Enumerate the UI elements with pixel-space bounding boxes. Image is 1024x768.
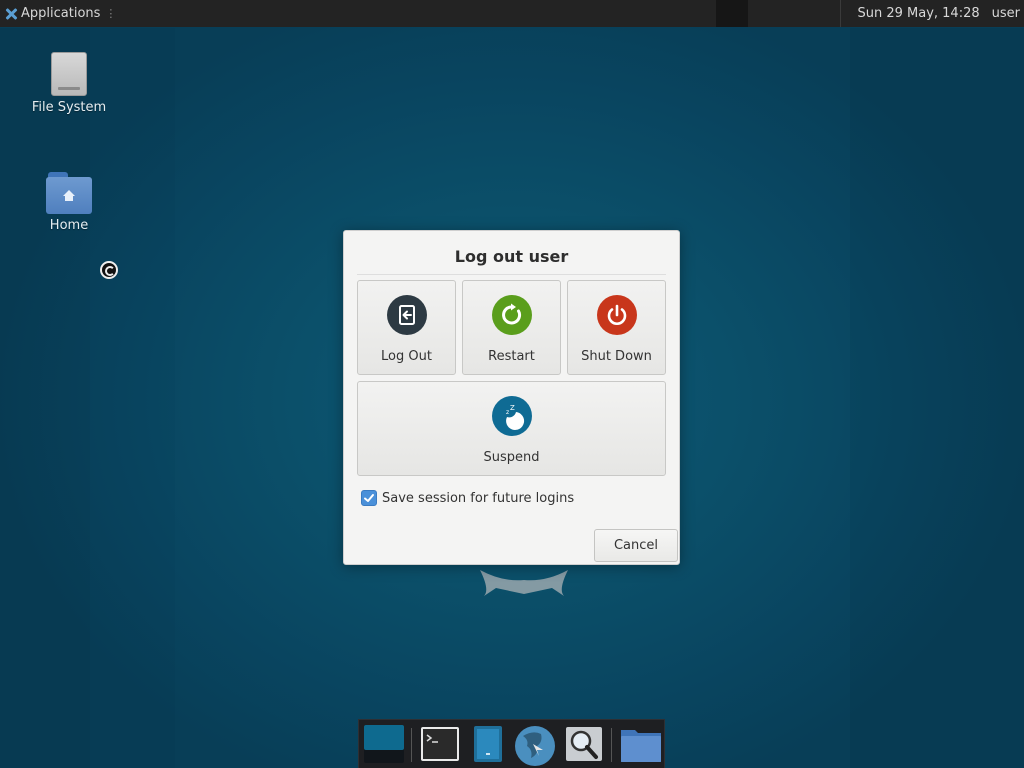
restart-icon — [491, 295, 532, 335]
globe-icon — [515, 726, 555, 766]
dock-search[interactable] — [563, 724, 605, 768]
dock-file-manager[interactable] — [619, 724, 663, 768]
applications-label: Applications — [21, 6, 101, 21]
dock-terminal[interactable] — [419, 724, 461, 768]
save-session-option[interactable]: Save session for future logins — [361, 490, 574, 506]
dialog-separator — [357, 274, 666, 275]
xfce-logo-icon — [4, 7, 18, 21]
home-folder-icon — [46, 172, 92, 214]
panel-handle-icon: ⋮ — [105, 7, 117, 20]
clock[interactable]: Sun 29 May, 14:28 — [841, 6, 989, 21]
desktop-icon — [364, 725, 404, 763]
drive-icon — [51, 52, 87, 96]
user-menu[interactable]: user — [990, 6, 1024, 21]
log-out-label: Log Out — [381, 349, 432, 364]
svg-text:Z: Z — [510, 404, 515, 412]
busy-cursor-icon — [100, 261, 118, 279]
restart-button[interactable]: Restart — [462, 280, 561, 375]
app-finder-icon — [474, 726, 502, 762]
suspend-button[interactable]: z Z Suspend — [357, 381, 666, 476]
restart-label: Restart — [488, 349, 535, 364]
applications-menu-button[interactable]: Applications ⋮ — [0, 0, 120, 27]
power-icon — [596, 295, 637, 335]
logout-dialog: Log out user Log Out Restart Shut Down z… — [343, 230, 680, 565]
window-buttons-area[interactable] — [716, 0, 749, 27]
desktop-icon-label: File System — [31, 100, 107, 115]
check-icon — [364, 494, 374, 502]
save-session-checkbox[interactable] — [361, 490, 377, 506]
dialog-title: Log out user — [454, 247, 569, 266]
shut-down-label: Shut Down — [581, 349, 652, 364]
folder-icon — [621, 730, 661, 762]
desktop-icon-home[interactable]: Home — [19, 172, 119, 233]
magnifier-icon — [566, 727, 602, 761]
log-out-icon — [386, 295, 427, 335]
cancel-button[interactable]: Cancel — [594, 529, 678, 562]
desktop-icon-file-system[interactable]: File System — [19, 52, 119, 115]
shut-down-button[interactable]: Shut Down — [567, 280, 666, 375]
log-out-button[interactable]: Log Out — [357, 280, 456, 375]
mouse-mascot-icon — [480, 570, 568, 596]
save-session-label: Save session for future logins — [382, 490, 575, 506]
terminal-icon — [421, 727, 459, 761]
dock-app-finder[interactable] — [469, 724, 507, 768]
dock — [358, 719, 665, 768]
top-panel: Applications ⋮ Sun 29 May, 14:28 user — [0, 0, 1024, 27]
desktop-icon-label: Home — [49, 218, 89, 233]
dock-show-desktop[interactable] — [363, 724, 405, 768]
svg-text:z: z — [506, 409, 509, 416]
suspend-label: Suspend — [483, 450, 540, 465]
dock-web-browser[interactable] — [513, 724, 557, 768]
suspend-moon-icon: z Z — [491, 396, 532, 436]
